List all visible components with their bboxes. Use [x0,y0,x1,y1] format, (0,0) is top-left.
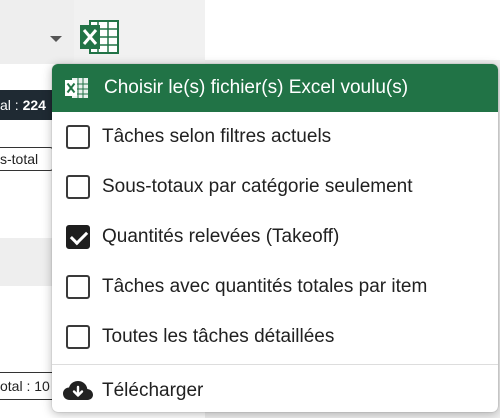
download-button[interactable]: Télécharger [52,365,498,412]
option-label: Quantités relevées (Takeoff) [102,226,340,247]
option-takeoff-quantities[interactable]: Quantités relevées (Takeoff) [52,212,498,262]
checkbox[interactable] [66,175,90,199]
checkbox[interactable] [66,325,90,349]
option-label: Toutes les tâches détaillées [102,326,335,347]
view-select[interactable] [0,0,74,64]
subtotal-field: s-total [0,147,54,171]
excel-export-menu: Choisir le(s) fichier(s) Excel voulu(s) … [52,64,498,412]
download-label: Télécharger [102,380,204,401]
option-all-detailed-tasks[interactable]: Toutes les tâches détaillées [52,312,498,362]
total-value: 224 [22,97,46,113]
option-label: Tâches selon filtres actuels [102,126,332,147]
total-badge: al : 224 [0,90,58,120]
option-label: Sous-totaux par catégorie seulement [102,176,413,197]
option-label: Tâches avec quantités totales par item [102,276,428,297]
cloud-download-icon [63,381,93,400]
menu-header[interactable]: Choisir le(s) fichier(s) Excel voulu(s) [52,64,498,112]
option-current-filters[interactable]: Tâches selon filtres actuels [52,112,498,162]
option-tasks-total-quantities[interactable]: Tâches avec quantités totales par item [52,262,498,312]
checkbox[interactable] [66,125,90,149]
excel-icon [65,78,88,98]
excel-export-icon[interactable] [78,17,122,57]
option-subtotals-by-category[interactable]: Sous-totaux par catégorie seulement [52,162,498,212]
menu-header-label: Choisir le(s) fichier(s) Excel voulu(s) [104,77,409,98]
app-background: al : 224 s-total otal : 10 Choisir le(s)… [0,0,500,418]
checkbox[interactable] [66,275,90,299]
checkbox-checked[interactable] [66,225,90,249]
bottom-total-field: otal : 10 [0,372,56,400]
toolbar-area [205,0,500,60]
category-band [0,238,60,286]
chevron-down-icon [50,36,62,42]
total-label: al : [0,97,23,113]
